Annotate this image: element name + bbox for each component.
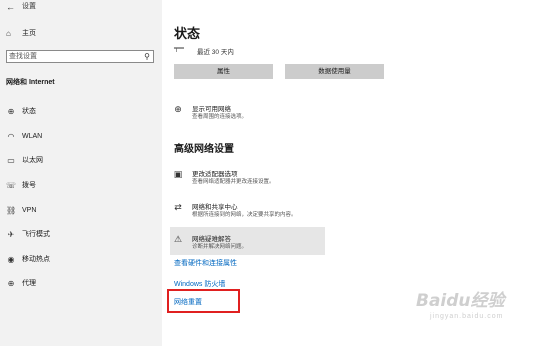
home-label: 主页 — [22, 30, 36, 37]
network-reset-link[interactable]: 网络重置 — [174, 297, 202, 307]
vpn-icon: ⛓ — [6, 206, 17, 215]
option-desc: 查看网络适配器并更改连接设置。 — [192, 179, 275, 185]
title-bar: ← 设置 — [0, 0, 162, 14]
network-icon: ╤═ — [174, 45, 184, 52]
wifi-icon: ◠ — [7, 132, 15, 141]
monitor-adapter-icon: ▣ — [173, 169, 183, 179]
sidebar-item-vpn[interactable]: ⛓ VPN — [6, 205, 156, 217]
sidebar-item-label: 以太网 — [22, 157, 43, 164]
sidebar-item-hotspot[interactable]: ◉ 移动热点 — [6, 254, 156, 266]
airplane-icon: ✈ — [7, 230, 15, 239]
sidebar: ← 设置 ⌂ 主页 ⚲ 网络和 Internet ⊕ 状态 ◠ WLAN ▭ 以… — [0, 0, 162, 346]
proxy-globe-icon: ⊕ — [7, 279, 15, 288]
option-desc: 查看周围的连接选项。 — [192, 114, 248, 120]
sidebar-item-ethernet[interactable]: ▭ 以太网 — [6, 155, 156, 167]
warning-icon: ⚠ — [173, 234, 183, 244]
sidebar-item-label: 代理 — [22, 280, 36, 287]
sidebar-item-label: VPN — [22, 207, 37, 214]
sidebar-item-label: 拨号 — [22, 182, 36, 189]
home-nav-item[interactable]: ⌂ 主页 — [6, 28, 156, 40]
sidebar-item-status[interactable]: ⊕ 状态 — [6, 106, 156, 118]
firewall-link[interactable]: Windows 防火墙 — [174, 279, 225, 289]
sidebar-item-wlan[interactable]: ◠ WLAN — [6, 131, 156, 143]
sidebar-item-label: 状态 — [22, 108, 36, 115]
hotspot-icon: ◉ — [7, 255, 15, 264]
phone-dialup-icon: ☏ — [6, 181, 17, 190]
watermark: Baidu经验 jingyan.baidu.com — [416, 286, 546, 336]
advanced-settings-heading: 高级网络设置 — [174, 144, 234, 155]
main-panel: 状态 ╤═ 最近 30 天内 属性 数据使用量 ⊕ 显示可用网络 查看周围的连接… — [162, 0, 554, 346]
section-title: 网络和 Internet — [6, 79, 55, 86]
sidebar-item-proxy[interactable]: ⊕ 代理 — [6, 278, 156, 290]
search-input[interactable] — [9, 51, 137, 62]
properties-button[interactable]: 属性 — [174, 64, 273, 79]
globe-status-icon: ⊕ — [7, 107, 15, 116]
sidebar-item-label: WLAN — [22, 133, 43, 140]
globe-network-icon: ⊕ — [174, 104, 182, 114]
watermark-url: jingyan.baidu.com — [430, 313, 504, 320]
search-box[interactable]: ⚲ — [6, 50, 154, 63]
back-arrow-icon[interactable]: ← — [6, 0, 15, 14]
sidebar-item-airplane[interactable]: ✈ 飞行模式 — [6, 229, 156, 241]
window-title: 设置 — [22, 3, 36, 10]
page-title: 状态 — [174, 26, 201, 41]
hardware-properties-link[interactable]: 查看硬件和连接属性 — [174, 258, 237, 268]
home-icon: ⌂ — [6, 29, 11, 38]
sharing-center-icon: ⇄ — [174, 202, 182, 212]
data-usage-button[interactable]: 数据使用量 — [285, 64, 384, 79]
option-desc: 诊断并解决网络问题。 — [192, 244, 248, 250]
sidebar-item-label: 飞行模式 — [22, 231, 50, 238]
ethernet-icon: ▭ — [7, 156, 15, 165]
network-subtitle: 最近 30 天内 — [197, 49, 234, 56]
sidebar-item-label: 移动热点 — [22, 256, 50, 263]
search-icon[interactable]: ⚲ — [144, 51, 150, 62]
sidebar-item-dialup[interactable]: ☏ 拨号 — [6, 180, 156, 192]
option-desc: 根据所连接到的网络，决定要共享的内容。 — [192, 212, 297, 218]
watermark-brand: Baidu经验 — [416, 291, 505, 311]
